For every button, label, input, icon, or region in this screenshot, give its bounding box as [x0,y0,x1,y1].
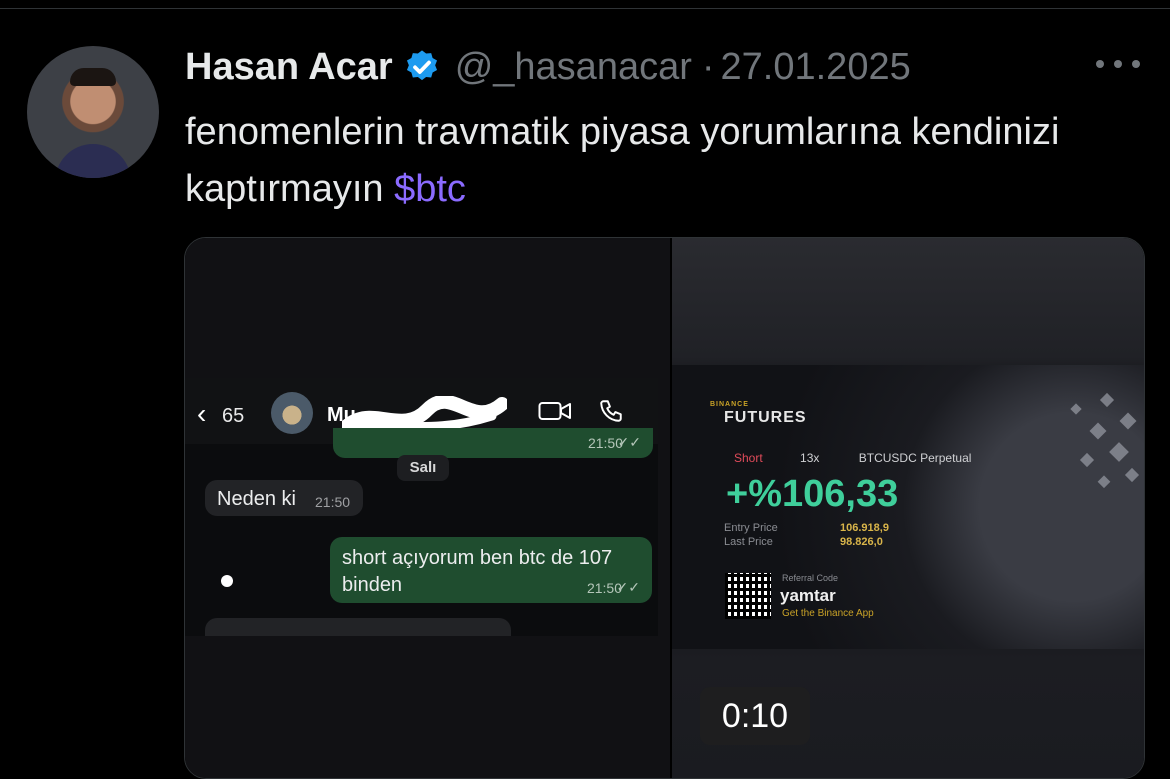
day-separator: Salı [397,455,449,481]
top-divider [0,8,1170,9]
outgoing-message: short açıyorum ben btc de 107 binden 21:… [330,537,652,603]
incoming-message: Neden ki 21:50 [205,480,363,516]
video-duration: 0:10 [700,687,810,745]
read-check-icon: ✓✓ [616,579,640,595]
last-price-value: 98.826,0 [840,536,883,548]
trading-pair: BTCUSDC Perpetual [858,451,972,465]
outgoing-bubble-top: 21:50 ✓✓ [333,428,653,458]
author-name[interactable]: Hasan Acar [185,46,393,89]
message-text: Neden ki [217,488,296,510]
phone-icon [600,400,622,422]
video-call-icon [538,402,571,420]
verified-badge-icon [406,50,437,81]
message-time: 21:50 [315,494,351,510]
binance-pattern-icon [1070,392,1140,489]
chat-window: ‹ 65 Mu 21:50 ✓✓ Salı Neden ki 21:50 sho… [185,378,658,636]
referral-label: Referral Code [782,573,839,583]
cashtag-link[interactable]: $btc [394,168,466,210]
incoming-message-partial [205,618,511,636]
leverage: 13x [800,451,820,465]
referral-subtext: Get the Binance App [782,608,874,619]
binance-logo: BINANCE [710,401,749,408]
author-handle[interactable]: @_hasanacar [455,46,692,89]
binance-pnl-card: BINANCE FUTURES Short 13x BTCUSDC Perpet… [672,365,1144,649]
tweet-date[interactable]: 27.01.2025 [721,46,911,89]
avatar-shirt [55,144,131,178]
avatar-hair [70,68,116,86]
qr-code [725,573,771,619]
tweet-media[interactable]: ‹ 65 Mu 21:50 ✓✓ Salı Neden ki 21:50 sho… [184,237,1145,779]
entry-price-value: 106.918,9 [840,522,889,534]
tweet-body: fenomenlerin travmatik piyasa yorumların… [185,111,1060,210]
binance-video[interactable]: BINANCE FUTURES Short 13x BTCUSDC Perpet… [672,238,1144,778]
back-chevron-icon: ‹ [197,398,207,429]
avatar[interactable] [27,46,159,178]
position-side: Short [734,451,763,465]
referral-code: yamtar [780,586,836,605]
dot-separator: · [701,45,715,88]
pnl-percentage: +%106,33 [726,473,899,515]
futures-title: FUTURES [724,409,807,426]
record-dot-icon [221,575,233,587]
tweet-text: fenomenlerin travmatik piyasa yorumların… [185,104,1125,218]
unread-count: 65 [222,405,245,427]
tweet-header: Hasan Acar @_hasanacar · 27.01.2025 [185,42,911,92]
read-check-icon: ✓✓ [617,434,641,450]
position-meta: Short 13x BTCUSDC Perpetual [734,451,971,465]
contact-avatar [271,392,313,434]
last-price-label: Last Price [724,536,773,548]
chat-screenshot[interactable]: ‹ 65 Mu 21:50 ✓✓ Salı Neden ki 21:50 sho… [185,238,670,778]
entry-price-label: Entry Price [724,522,778,534]
more-horizontal-icon[interactable] [1096,52,1140,76]
